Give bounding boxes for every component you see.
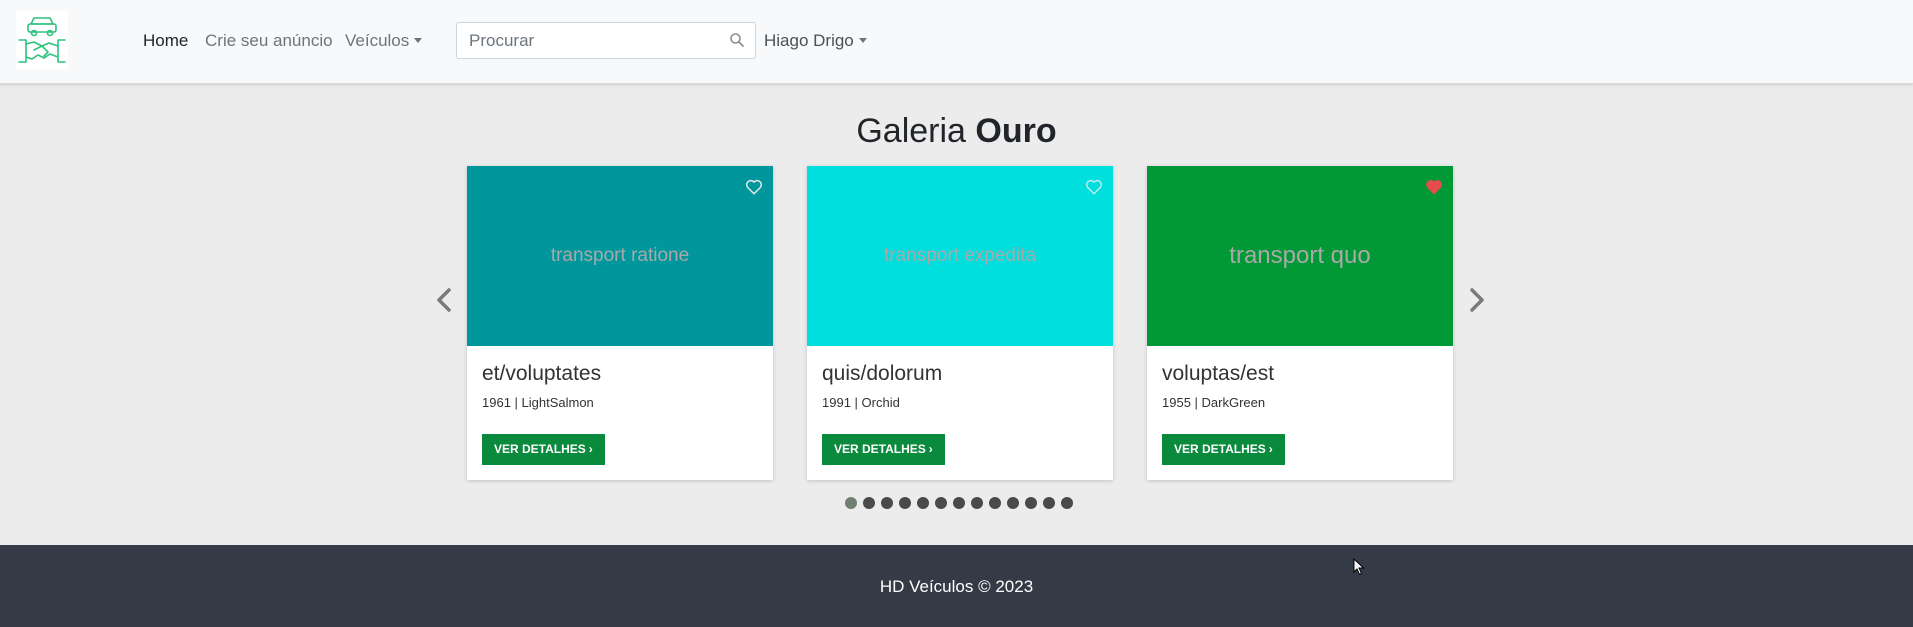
carousel-dot[interactable]	[971, 497, 983, 509]
vehicle-image-text: transport expedita	[883, 245, 1037, 266]
vehicle-subtitle: 1955 | DarkGreen	[1162, 395, 1266, 410]
footer-copyright: HD Veículos © 2023	[879, 577, 1034, 596]
carousel-pagination	[845, 497, 1073, 509]
carousel-dot[interactable]	[863, 497, 875, 509]
vehicle-card: transport quo voluptas/est 1955 | DarkGr…	[1147, 166, 1453, 480]
gallery-title-regular: Galeria	[856, 112, 976, 150]
carousel-dot[interactable]	[917, 497, 929, 509]
heart-outline-icon[interactable]	[745, 178, 763, 196]
user-dropdown[interactable]: Hiago Drigo	[764, 31, 867, 51]
car-handshake-logo-icon[interactable]	[16, 10, 68, 70]
view-details-label: VER DETALHES	[494, 442, 586, 456]
view-details-button[interactable]: VER DETALHES ›	[1162, 434, 1285, 465]
gallery-title-bold: Ouro	[975, 112, 1057, 150]
nav-vehicles-dropdown[interactable]: Veículos	[345, 31, 423, 51]
vehicle-image[interactable]: transport ratione	[467, 166, 773, 346]
carousel-dot[interactable]	[845, 497, 857, 509]
search-box	[456, 22, 756, 59]
vehicle-image[interactable]: transport expedita	[807, 166, 1113, 346]
chevron-right-icon: ›	[928, 442, 933, 456]
carousel-next-arrow-icon[interactable]	[1465, 284, 1489, 316]
view-details-label: VER DETALHES	[834, 442, 926, 456]
search-input[interactable]	[469, 23, 719, 58]
chevron-right-icon: ›	[1268, 442, 1273, 456]
vehicle-image-text: transport quo	[1229, 242, 1371, 269]
carousel-dot[interactable]	[1043, 497, 1055, 509]
vehicle-card: transport expedita quis/dolorum 1991 | O…	[807, 166, 1113, 480]
view-details-button[interactable]: VER DETALHES ›	[482, 434, 605, 465]
nav-vehicles-label: Veículos	[345, 31, 410, 50]
chevron-right-icon: ›	[588, 442, 593, 456]
mouse-cursor-icon	[1353, 558, 1365, 576]
vehicle-card: transport ratione et/voluptates 1961 | L…	[467, 166, 773, 480]
vehicle-subtitle: 1961 | LightSalmon	[482, 395, 594, 410]
vehicle-title: quis/dolorum	[822, 362, 943, 385]
nav-home-link[interactable]: Home	[143, 31, 188, 51]
vehicle-image-text: transport ratione	[550, 245, 690, 266]
carousel-prev-arrow-icon[interactable]	[432, 284, 456, 316]
carousel-dot[interactable]	[1061, 497, 1073, 509]
vehicle-title: et/voluptates	[482, 362, 602, 385]
heart-filled-icon[interactable]	[1425, 178, 1443, 196]
footer: HD Veículos © 2023	[0, 545, 1913, 627]
carousel-dot[interactable]	[899, 497, 911, 509]
vehicle-image[interactable]: transport quo	[1147, 166, 1453, 346]
carousel-dot[interactable]	[1007, 497, 1019, 509]
view-details-button[interactable]: VER DETALHES ›	[822, 434, 945, 465]
vehicle-subtitle: 1991 | Orchid	[822, 395, 900, 410]
carousel-dot[interactable]	[881, 497, 893, 509]
caret-down-icon	[858, 38, 867, 43]
carousel-dot[interactable]	[935, 497, 947, 509]
heart-outline-icon[interactable]	[1085, 178, 1103, 196]
gallery-title: Galeria Ouro	[0, 112, 1913, 151]
user-name: Hiago Drigo	[764, 31, 854, 50]
carousel-dot[interactable]	[953, 497, 965, 509]
caret-down-icon	[414, 38, 423, 43]
nav-create-ad-link[interactable]: Crie seu anúncio	[205, 31, 333, 51]
carousel-dot[interactable]	[1025, 497, 1037, 509]
view-details-label: VER DETALHES	[1174, 442, 1266, 456]
carousel-dot[interactable]	[989, 497, 1001, 509]
navbar: Home Crie seu anúncio Veículos Hiago Dri…	[0, 0, 1913, 84]
search-icon[interactable]	[729, 32, 745, 48]
vehicle-title: voluptas/est	[1162, 362, 1275, 385]
